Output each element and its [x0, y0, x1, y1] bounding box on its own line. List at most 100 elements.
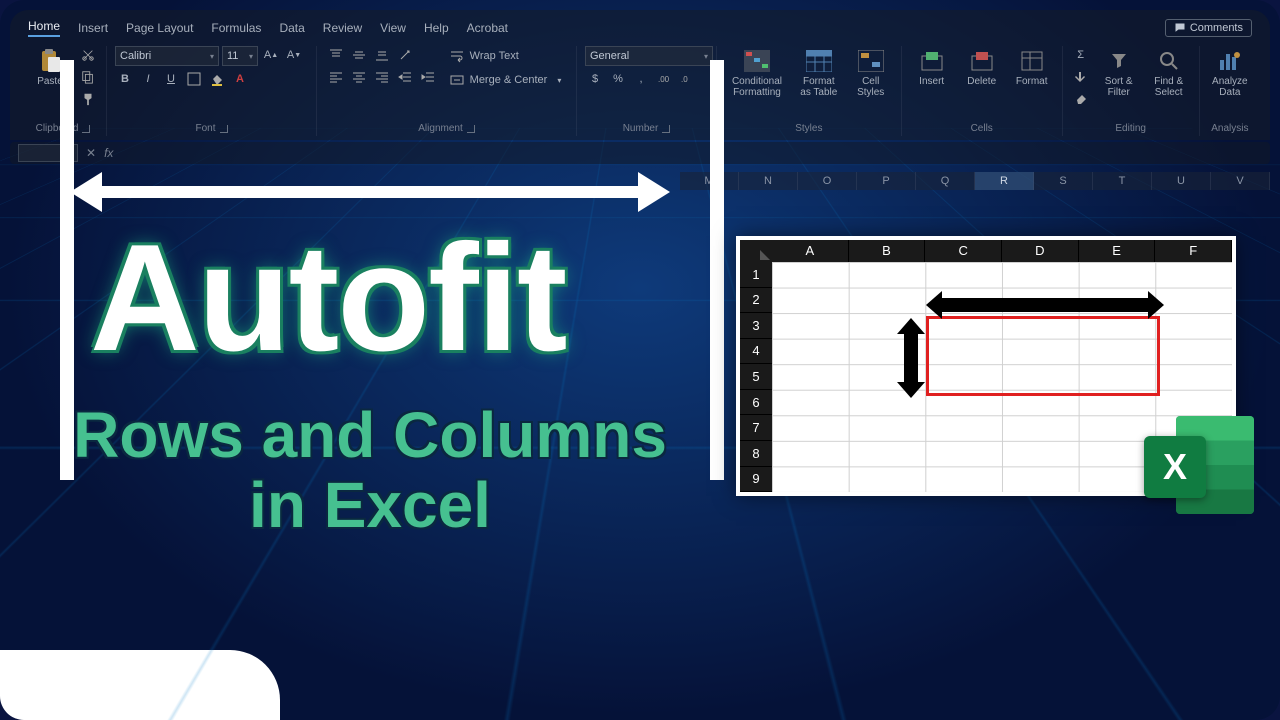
- inc-dec-icon: .00: [657, 72, 671, 86]
- mini-row[interactable]: 3: [740, 313, 772, 339]
- mini-row[interactable]: 6: [740, 390, 772, 416]
- increase-font-button[interactable]: A▲: [261, 46, 281, 64]
- tab-view[interactable]: View: [380, 21, 406, 35]
- format-cells-button[interactable]: Format: [1010, 46, 1054, 89]
- col-header-selected[interactable]: R: [975, 172, 1034, 190]
- tab-review[interactable]: Review: [323, 21, 362, 35]
- bold-button[interactable]: B: [115, 70, 135, 88]
- mini-row[interactable]: 2: [740, 288, 772, 314]
- mini-col[interactable]: E: [1079, 240, 1156, 262]
- mini-col[interactable]: D: [1002, 240, 1079, 262]
- format-as-table-button[interactable]: Format as Table: [795, 46, 843, 100]
- mini-col[interactable]: B: [849, 240, 926, 262]
- align-center-button[interactable]: [349, 68, 369, 86]
- tab-home[interactable]: Home: [28, 19, 60, 37]
- increase-decimal-button[interactable]: .00: [654, 70, 674, 88]
- orientation-button[interactable]: [395, 46, 415, 64]
- mini-col[interactable]: A: [772, 240, 849, 262]
- font-dialog-launcher[interactable]: [220, 125, 228, 133]
- fill-color-button[interactable]: [207, 70, 227, 88]
- copy-button[interactable]: [78, 68, 98, 86]
- delete-cells-button[interactable]: Delete: [960, 46, 1004, 89]
- wrap-text-button[interactable]: Wrap Text: [444, 46, 568, 66]
- fill-button[interactable]: [1071, 68, 1091, 86]
- number-format-combo[interactable]: General▾: [585, 46, 713, 66]
- cut-button[interactable]: [78, 46, 98, 64]
- tab-help[interactable]: Help: [424, 21, 449, 35]
- number-dialog-launcher[interactable]: [662, 125, 670, 133]
- align-top-button[interactable]: [326, 46, 346, 64]
- decrease-indent-button[interactable]: [395, 68, 415, 86]
- mini-row[interactable]: 5: [740, 364, 772, 390]
- app-frame: Home Insert Page Layout Formulas Data Re…: [0, 0, 1280, 720]
- mini-col-headers: A B C D E F: [772, 240, 1232, 262]
- increase-indent-button[interactable]: [418, 68, 438, 86]
- align-right-button[interactable]: [372, 68, 392, 86]
- col-header[interactable]: S: [1034, 172, 1093, 190]
- align-center-icon: [352, 70, 366, 84]
- currency-button[interactable]: $: [585, 70, 605, 88]
- col-header[interactable]: V: [1211, 172, 1270, 190]
- percent-button[interactable]: %: [608, 70, 628, 88]
- conditional-formatting-button[interactable]: Conditional Formatting: [725, 46, 789, 100]
- autosum-button[interactable]: Σ: [1071, 46, 1091, 64]
- group-editing: Σ Sort & Filter Find & Select Editing: [1063, 46, 1200, 136]
- cancel-formula-icon[interactable]: ✕: [86, 146, 96, 160]
- font-color-button[interactable]: A: [230, 70, 250, 88]
- font-size-combo[interactable]: 11▾: [222, 46, 258, 66]
- excel-icon: X: [1144, 416, 1254, 516]
- insert-cells-button[interactable]: Insert: [910, 46, 954, 89]
- italic-button[interactable]: I: [138, 70, 158, 88]
- col-header[interactable]: U: [1152, 172, 1211, 190]
- comments-button[interactable]: Comments: [1165, 19, 1252, 37]
- select-all-corner[interactable]: [740, 240, 772, 262]
- align-bottom-button[interactable]: [372, 46, 392, 64]
- wrap-icon: [450, 49, 464, 63]
- svg-text:.00: .00: [658, 75, 670, 84]
- align-middle-button[interactable]: [349, 46, 369, 64]
- tab-data[interactable]: Data: [279, 21, 304, 35]
- merge-center-button[interactable]: Merge & Center▾: [444, 70, 568, 90]
- mini-row[interactable]: 8: [740, 441, 772, 467]
- col-header[interactable]: O: [798, 172, 857, 190]
- mini-col[interactable]: F: [1155, 240, 1232, 262]
- col-header[interactable]: T: [1093, 172, 1152, 190]
- underline-button[interactable]: U: [161, 70, 181, 88]
- subtitle-block: Rows and Columns in Excel: [40, 400, 700, 541]
- align-left-button[interactable]: [326, 68, 346, 86]
- bucket-icon: [210, 72, 224, 86]
- decrease-decimal-button[interactable]: .0: [677, 70, 697, 88]
- font-family-combo[interactable]: Calibri▾: [115, 46, 219, 66]
- alignment-dialog-launcher[interactable]: [467, 125, 475, 133]
- formula-input[interactable]: [121, 145, 1262, 161]
- dec-dec-icon: .0: [680, 72, 694, 86]
- tab-formulas[interactable]: Formulas: [211, 21, 261, 35]
- mini-col[interactable]: C: [925, 240, 1002, 262]
- comment-icon: [1174, 22, 1186, 34]
- clear-button[interactable]: [1071, 90, 1091, 108]
- tab-page-layout[interactable]: Page Layout: [126, 21, 193, 35]
- col-header[interactable]: P: [857, 172, 916, 190]
- format-painter-button[interactable]: [78, 90, 98, 108]
- decrease-font-button[interactable]: A▼: [284, 46, 304, 64]
- borders-button[interactable]: [184, 70, 204, 88]
- fx-label[interactable]: fx: [104, 146, 113, 160]
- col-header[interactable]: N: [739, 172, 798, 190]
- find-select-label: Find & Select: [1151, 76, 1187, 98]
- mini-row[interactable]: 9: [740, 467, 772, 493]
- analysis-group-label: Analysis: [1211, 123, 1248, 134]
- cell-styles-button[interactable]: Cell Styles: [849, 46, 893, 100]
- styles-group-label: Styles: [795, 123, 822, 134]
- comma-button[interactable]: ,: [631, 70, 651, 88]
- analyze-data-button[interactable]: Analyze Data: [1208, 46, 1252, 100]
- find-select-button[interactable]: Find & Select: [1147, 46, 1191, 100]
- col-header[interactable]: Q: [916, 172, 975, 190]
- tab-acrobat[interactable]: Acrobat: [467, 21, 508, 35]
- sort-filter-button[interactable]: Sort & Filter: [1097, 46, 1141, 100]
- group-number: General▾ $ % , .00 .0 Number: [577, 46, 717, 136]
- mini-row[interactable]: 1: [740, 262, 772, 288]
- tab-insert[interactable]: Insert: [78, 21, 108, 35]
- mini-row[interactable]: 7: [740, 415, 772, 441]
- mini-row[interactable]: 4: [740, 339, 772, 365]
- clipboard-dialog-launcher[interactable]: [82, 125, 90, 133]
